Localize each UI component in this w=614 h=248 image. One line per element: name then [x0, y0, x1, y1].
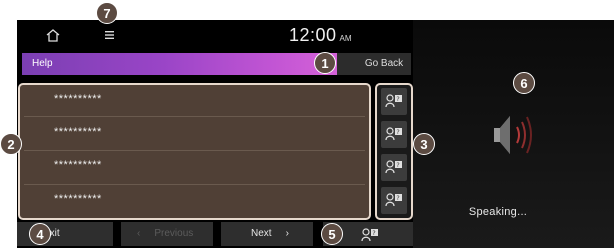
- voice-speaker-button[interactable]: ?: [381, 88, 407, 115]
- bottom-bar: Exit ‹ Previous Next › ?: [17, 222, 413, 246]
- clock-time: 12:00: [289, 25, 337, 45]
- voice-speaker-icon: ?: [385, 127, 402, 141]
- voice-speaker-icon: ?: [361, 228, 378, 242]
- next-label: Next: [251, 228, 272, 239]
- speaking-panel: Speaking...: [413, 20, 614, 248]
- menu-icon[interactable]: [105, 30, 114, 40]
- previous-label: Previous: [154, 228, 194, 239]
- voice-speaker-button[interactable]: ?: [381, 121, 407, 148]
- callout-1: 1: [314, 52, 336, 74]
- row-divider: [24, 116, 365, 117]
- previous-button[interactable]: ‹ Previous: [121, 222, 213, 246]
- voice-speaker-button[interactable]: ?: [381, 154, 407, 181]
- clock: 12:00 AM: [289, 25, 352, 47]
- home-icon[interactable]: [45, 28, 61, 42]
- infotainment-screen: 12:00 AM Help Go Back ********** *******…: [17, 20, 614, 248]
- row-divider: [24, 184, 365, 185]
- speaker-sound-icon: [494, 116, 532, 154]
- help-bar: Help Go Back: [22, 53, 411, 75]
- chevron-right-icon: ›: [285, 228, 289, 239]
- voice-speaker-icon: ?: [385, 160, 402, 174]
- row-divider: [24, 150, 365, 151]
- go-back-button[interactable]: Go Back: [337, 53, 411, 75]
- voice-command-list: ********** ********** ********** *******…: [18, 83, 371, 220]
- next-button[interactable]: Next ›: [221, 222, 313, 246]
- voice-speaker-buttons: ? ? ? ?: [375, 83, 413, 220]
- list-item[interactable]: **********: [54, 125, 344, 139]
- speaking-status: Speaking...: [468, 206, 528, 218]
- svg-text:?: ?: [396, 161, 399, 169]
- callout-5: 5: [321, 223, 343, 245]
- callout-6: 6: [513, 72, 535, 94]
- list-item[interactable]: **********: [54, 92, 344, 106]
- list-item[interactable]: **********: [54, 158, 344, 172]
- svg-text:?: ?: [372, 229, 375, 237]
- callout-2: 2: [0, 133, 22, 155]
- voice-speaker-button[interactable]: ?: [381, 187, 407, 214]
- voice-speaker-icon: ?: [385, 193, 402, 207]
- help-title: Help: [22, 53, 337, 75]
- list-item[interactable]: **********: [54, 192, 344, 206]
- svg-text:?: ?: [396, 95, 399, 103]
- voice-speaker-icon: ?: [385, 94, 402, 108]
- svg-text:?: ?: [396, 128, 399, 136]
- callout-3: 3: [413, 133, 435, 155]
- callout-4: 4: [29, 223, 51, 245]
- chevron-left-icon: ‹: [137, 228, 141, 239]
- clock-ampm: AM: [339, 34, 352, 43]
- status-bar: 12:00 AM: [17, 20, 413, 50]
- callout-7: 7: [96, 2, 118, 24]
- svg-text:?: ?: [396, 194, 399, 202]
